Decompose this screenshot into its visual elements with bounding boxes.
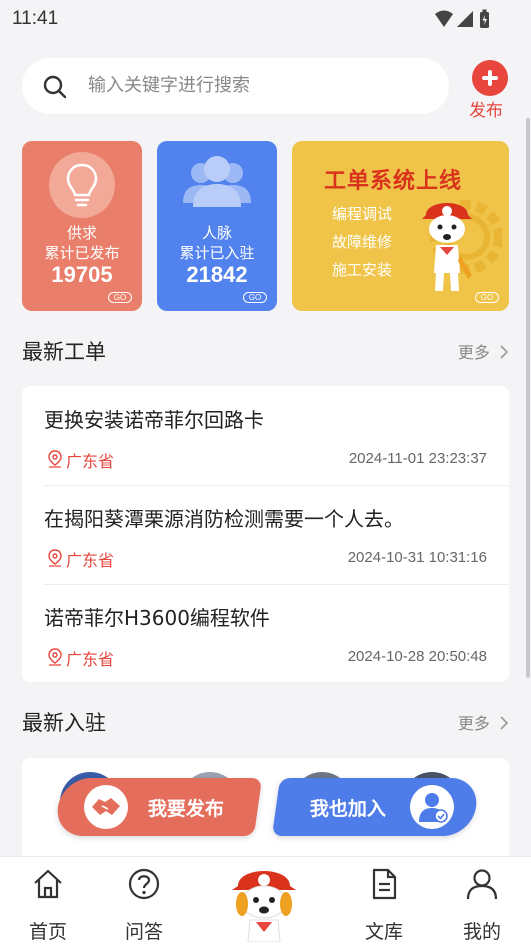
profile-icon — [466, 869, 498, 900]
order-item[interactable]: 更换安装诺帝菲尔回路卡 广东省 2024-11-01 23:23:37 — [22, 386, 509, 485]
join-cta-label: 我也加入 — [309, 798, 386, 820]
supply-title: 供求 — [66, 224, 97, 242]
order-list: 更换安装诺帝菲尔回路卡 广东省 2024-11-01 23:23:37 在揭阳葵… — [22, 386, 509, 682]
user-check-icon — [410, 785, 454, 829]
chevron-right-icon — [500, 716, 509, 730]
tab-label: 首页 — [28, 921, 67, 943]
supply-count: 19705 — [51, 262, 113, 287]
tab-home[interactable]: 首页 — [18, 867, 78, 943]
publish-button[interactable]: 发布 — [469, 58, 510, 121]
document-icon — [372, 868, 397, 900]
supply-subtitle: 累计已发布 — [44, 244, 120, 262]
work-order-banner[interactable]: 工单系统上线 编程调试 故障维修 施工安装 GO — [292, 141, 509, 311]
order-title: 在揭阳葵潭栗源消防检测需要一个人去。 — [44, 507, 404, 531]
order-title: 更换安装诺帝菲尔回路卡 — [44, 408, 264, 432]
location-pin-icon — [48, 648, 62, 666]
signal-icon — [457, 11, 473, 27]
chevron-right-icon — [500, 345, 509, 359]
order-location-text: 广东省 — [66, 551, 115, 570]
supply-card[interactable]: 供求 累计已发布 19705 GO — [22, 141, 142, 311]
publish-cta-button[interactable]: 我要发布 — [53, 778, 263, 836]
contacts-card[interactable]: 人脉 累计已入驻 21842 GO — [157, 141, 277, 311]
go-badge: GO — [243, 292, 267, 303]
order-item[interactable]: 在揭阳葵潭栗源消防检测需要一个人去。 广东省 2024-10-31 10:31:… — [22, 485, 509, 584]
mascot-icon — [422, 203, 472, 291]
contacts-subtitle: 累计已入驻 — [179, 244, 255, 262]
home-icon — [34, 869, 62, 899]
search-input[interactable]: 输入关键字进行搜索 — [22, 58, 449, 114]
tab-label: 文库 — [364, 921, 403, 943]
search-placeholder: 输入关键字进行搜索 — [88, 75, 250, 96]
order-time: 2024-10-31 10:31:16 — [347, 549, 487, 566]
more-label: 更多 — [457, 714, 490, 733]
latest-orders-title: 最新工单 — [22, 340, 106, 364]
join-cta-button[interactable]: 我也加入 — [271, 778, 481, 836]
tab-label: 问答 — [124, 921, 163, 943]
go-badge: GO — [108, 292, 132, 303]
location-pin-icon — [48, 450, 62, 468]
more-label: 更多 — [457, 343, 490, 362]
scrollbar[interactable] — [526, 118, 530, 678]
tab-profile[interactable]: 我的 — [452, 867, 512, 943]
status-icons — [435, 9, 489, 28]
search-icon — [43, 75, 67, 99]
location-pin-icon — [48, 549, 62, 567]
latest-members-title: 最新入驻 — [22, 711, 106, 735]
tab-qa[interactable]: 问答 — [114, 867, 174, 943]
go-badge: GO — [475, 292, 499, 303]
banner-line: 编程调试 — [332, 205, 393, 223]
mascot-icon[interactable] — [228, 862, 300, 942]
publish-cta-label: 我要发布 — [147, 798, 224, 820]
latest-members-more[interactable]: 更多 — [458, 710, 509, 734]
contacts-title: 人脉 — [201, 224, 232, 242]
banner-line: 故障维修 — [332, 233, 393, 251]
banner-line: 施工安装 — [332, 261, 393, 279]
tab-label: 我的 — [462, 921, 501, 943]
battery-icon — [480, 9, 489, 28]
handshake-icon — [84, 785, 128, 829]
order-item[interactable]: 诺帝菲尔H3600编程软件 广东省 2024-10-28 20:50:48 — [22, 584, 509, 682]
plus-icon — [472, 60, 508, 96]
latest-orders-more[interactable]: 更多 — [458, 339, 509, 363]
banner-title: 工单系统上线 — [324, 169, 463, 194]
wifi-icon — [435, 10, 453, 27]
status-time: 11:41 — [12, 8, 59, 29]
order-time: 2024-11-01 23:23:37 — [348, 450, 487, 467]
order-location-text: 广东省 — [66, 452, 115, 471]
publish-label: 发布 — [469, 101, 503, 121]
order-time: 2024-10-28 20:50:48 — [347, 648, 487, 665]
lightbulb-icon — [49, 152, 115, 218]
people-icon — [183, 156, 251, 207]
order-title: 诺帝菲尔H3600编程软件 — [44, 606, 270, 630]
question-icon — [128, 868, 160, 900]
contacts-count: 21842 — [186, 262, 248, 287]
tab-library[interactable]: 文库 — [354, 867, 414, 943]
order-location-text: 广东省 — [66, 650, 115, 669]
status-bar: 11:41 — [0, 0, 531, 40]
